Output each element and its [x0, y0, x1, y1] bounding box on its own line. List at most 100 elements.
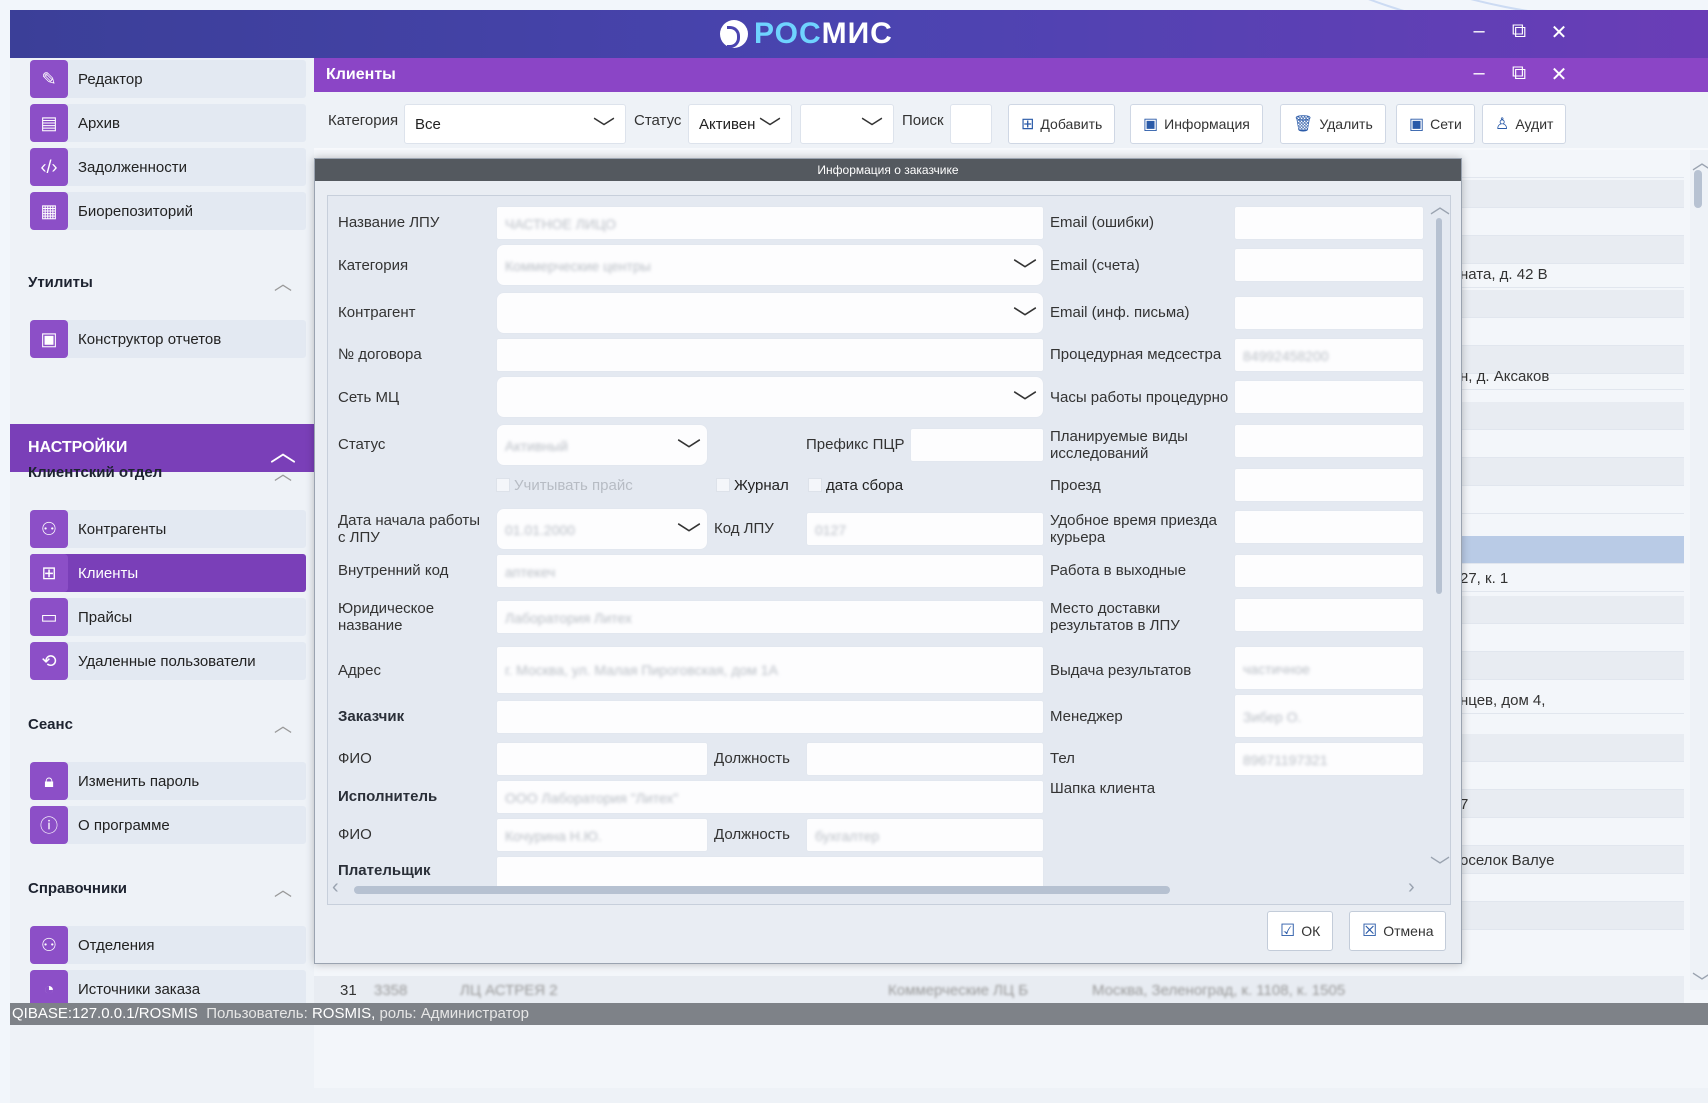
- grid-icon: ▦: [30, 192, 68, 230]
- scrollbar-thumb[interactable]: [1436, 218, 1442, 594]
- category-label: Категория: [328, 112, 399, 129]
- chevron-down-icon[interactable]: ﹀: [1692, 966, 1708, 995]
- chevron-up-icon[interactable]: ︿: [274, 876, 294, 900]
- customer-position-field[interactable]: [806, 742, 1044, 776]
- status-label: Статус: [634, 112, 682, 129]
- status-select[interactable]: Активный ﹀: [496, 424, 708, 466]
- executor-field[interactable]: ООО Лаборатория "Литех": [496, 780, 1044, 814]
- sidebar-item-biorepository[interactable]: ▦ Биорепозиторий: [30, 192, 306, 230]
- executor-fio-field[interactable]: Кочурина Н.Ю.: [496, 818, 708, 852]
- chevron-right-icon[interactable]: ›: [1408, 876, 1415, 899]
- trash-icon: 🗑︎: [1293, 116, 1314, 133]
- chevron-up-icon[interactable]: ︿: [274, 270, 294, 294]
- dialog-horizontal-scrollbar[interactable]: ‹ ›: [328, 870, 1450, 904]
- extra-filter-select[interactable]: ﹀: [800, 104, 894, 144]
- delivery-place-field[interactable]: [1234, 598, 1424, 632]
- manager-field[interactable]: Зибер О.: [1234, 694, 1424, 738]
- pcr-prefix-field[interactable]: [910, 428, 1044, 462]
- sidebar-item-debts[interactable]: ‹/› Задолженности: [30, 148, 306, 186]
- procedure-hours-field[interactable]: [1234, 380, 1424, 414]
- collection-date-checkbox[interactable]: [808, 478, 822, 492]
- status-bar: QIBASE:127.0.0.1/ROSMIS Пользователь: RO…: [10, 1003, 1708, 1025]
- nurse-field[interactable]: 84992458200: [1234, 338, 1424, 372]
- add-button[interactable]: ⊞ Добавить: [1008, 104, 1116, 144]
- chevron-up-icon[interactable]: ︿: [1430, 196, 1450, 219]
- customer-field[interactable]: [496, 700, 1044, 734]
- delete-button[interactable]: 🗑︎ Удалить: [1280, 104, 1386, 144]
- weekend-work-field[interactable]: [1234, 554, 1424, 588]
- results-issue-field[interactable]: частичное: [1234, 646, 1424, 690]
- info-button[interactable]: ▣ Информация: [1130, 104, 1263, 144]
- chevron-down-icon: ﹀: [677, 522, 701, 549]
- restore-button[interactable]: ⧉: [1504, 20, 1534, 43]
- lpu-code-field[interactable]: 0127: [806, 512, 1044, 546]
- internal-code-field[interactable]: аптекеч: [496, 554, 1044, 588]
- sidebar-item-remote-users[interactable]: ⟲ Удаленные пользователи: [30, 642, 306, 680]
- search-input[interactable]: [950, 104, 992, 144]
- email-errors-field[interactable]: [1234, 206, 1424, 240]
- sidebar-item-about[interactable]: ⓘ О программе: [30, 806, 306, 844]
- section-references[interactable]: Справочники: [28, 880, 127, 897]
- chevron-left-icon[interactable]: ‹: [332, 876, 339, 899]
- networks-button[interactable]: ▣ Сети: [1396, 104, 1475, 144]
- minimize-button[interactable]: –: [1464, 20, 1494, 43]
- sidebar-item-archive[interactable]: ▤ Архив: [30, 104, 306, 142]
- report-builder-icon: ▣: [30, 320, 68, 358]
- restore-button[interactable]: ⧉: [1504, 62, 1534, 85]
- start-date-picker[interactable]: 01.01.2000 ﹀: [496, 508, 708, 550]
- network-select[interactable]: ﹀: [496, 376, 1044, 418]
- address-field[interactable]: г. Москва, ул. Малая Пироговская, дом 1А: [496, 646, 1044, 694]
- section-client-dept[interactable]: Клиентский отдел: [28, 464, 162, 481]
- chevron-up-icon[interactable]: ︿: [274, 460, 294, 484]
- sidebar-item-editor[interactable]: ✎ Редактор: [30, 60, 306, 98]
- section-utilities[interactable]: Утилиты: [28, 274, 93, 291]
- close-button[interactable]: ✕: [1544, 20, 1574, 45]
- ok-button[interactable]: ☑ ОК: [1267, 911, 1334, 951]
- close-button[interactable]: ✕: [1544, 62, 1574, 87]
- app-titlebar: РОС МИС – ⧉ ✕: [10, 10, 1708, 58]
- client-info-dialog: Информация о заказчике Название ЛПУ ЧАСТ…: [314, 158, 1462, 964]
- chevron-up-icon[interactable]: ︿: [1692, 146, 1708, 175]
- chevron-down-icon: ﹀: [592, 116, 615, 141]
- customer-fio-field[interactable]: [496, 742, 708, 776]
- chevron-down-icon: ﹀: [1013, 306, 1037, 333]
- table-scrollbar[interactable]: ︿ ﹀: [1690, 150, 1708, 994]
- table-row[interactable]: 31 3358 ЛЦ АСТРЕЯ 2 Коммерческие ЛЦ Б Мо…: [314, 976, 1684, 1004]
- category-select[interactable]: Коммерческие центры ﹀: [496, 244, 1044, 286]
- audit-icon: ♙: [1495, 116, 1510, 133]
- minimize-button[interactable]: –: [1464, 62, 1494, 85]
- scrollbar-thumb[interactable]: [354, 886, 1170, 894]
- email-invoices-field[interactable]: [1234, 248, 1424, 282]
- chevron-down-icon: ﹀: [1013, 390, 1037, 417]
- status-select[interactable]: Активен ﹀: [688, 104, 792, 144]
- phone-field[interactable]: 89671197321: [1234, 742, 1424, 776]
- section-session[interactable]: Сеанс: [28, 716, 73, 733]
- chevron-up-icon[interactable]: ︿: [274, 712, 294, 736]
- app-logo: РОС МИС: [720, 17, 893, 50]
- courier-time-field[interactable]: [1234, 510, 1424, 544]
- sidebar-item-departments[interactable]: ⚇ Отделения: [30, 926, 306, 964]
- sidebar-item-counterparties[interactable]: ⚇ Контрагенты: [30, 510, 306, 548]
- use-price-checkbox[interactable]: [496, 478, 510, 492]
- executor-position-field[interactable]: бухгалтер: [806, 818, 1044, 852]
- close-box-icon: ☒: [1362, 921, 1378, 940]
- travel-field[interactable]: [1234, 468, 1424, 502]
- sidebar-item-report-builder[interactable]: ▣ Конструктор отчетов: [30, 320, 306, 358]
- sidebar-item-clients[interactable]: ⊞ Клиенты: [30, 554, 306, 592]
- dialog-vertical-scrollbar[interactable]: ︿ ﹀: [1430, 196, 1450, 878]
- lpu-name-field[interactable]: ЧАСТНОЕ ЛИЦО: [496, 206, 1044, 240]
- department-icon: ⚇: [30, 926, 68, 964]
- legal-name-field[interactable]: Лаборатория Литех: [496, 600, 1044, 634]
- planned-tests-field[interactable]: [1234, 424, 1424, 458]
- email-letters-field[interactable]: [1234, 296, 1424, 330]
- scrollbar-thumb[interactable]: [1694, 170, 1702, 208]
- app-window: РОС МИС – ⧉ ✕ ✎ Редактор ▤ Архив ‹/› Задо…: [10, 10, 1708, 1103]
- contract-number-field[interactable]: [496, 338, 1044, 372]
- category-select[interactable]: Все ﹀: [404, 104, 626, 144]
- audit-button[interactable]: ♙ Аудит: [1482, 104, 1567, 144]
- counterparty-select[interactable]: ﹀: [496, 292, 1044, 334]
- journal-checkbox[interactable]: [716, 478, 730, 492]
- sidebar-item-prices[interactable]: ▭ Прайсы: [30, 598, 306, 636]
- cancel-button[interactable]: ☒ Отмена: [1349, 911, 1447, 951]
- sidebar-item-change-password[interactable]: 🔒︎ Изменить пароль: [30, 762, 306, 800]
